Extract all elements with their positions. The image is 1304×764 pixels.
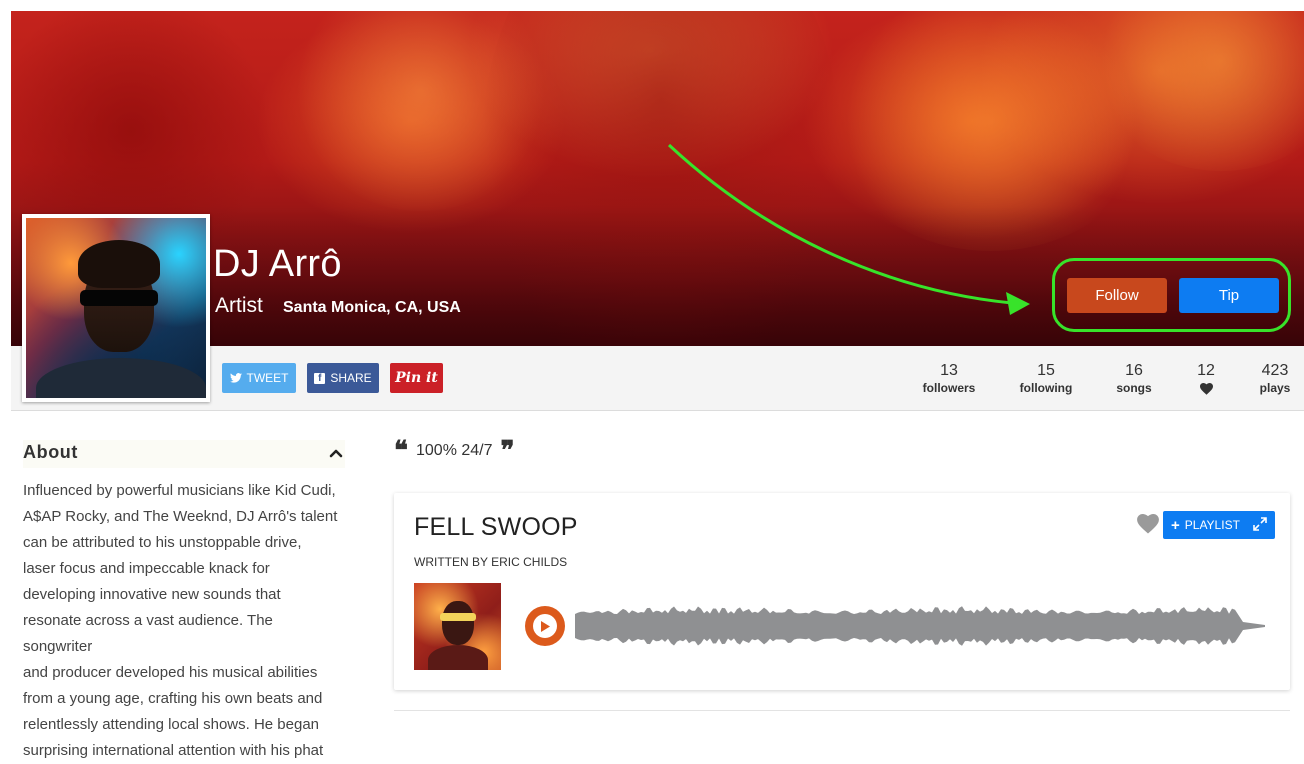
facebook-icon: f bbox=[314, 372, 326, 384]
songs-count: 16 bbox=[1125, 362, 1143, 379]
facebook-share-button[interactable]: f SHARE bbox=[307, 363, 379, 393]
about-line: relentlessly attending local shows. He b… bbox=[23, 716, 320, 733]
about-line: from a young age, crafting his own beats… bbox=[23, 690, 323, 707]
song-title[interactable]: FELL SWOOP bbox=[414, 513, 578, 542]
stat-songs[interactable]: 16 songs bbox=[1114, 362, 1154, 395]
heart-icon[interactable] bbox=[1137, 514, 1159, 534]
playlist-label: PLAYLIST bbox=[1184, 518, 1240, 532]
twitter-icon bbox=[229, 373, 242, 383]
waveform-scrubber[interactable] bbox=[575, 603, 1265, 649]
play-button[interactable] bbox=[525, 606, 565, 646]
about-line: can be attributed to his unstoppable dri… bbox=[23, 534, 302, 551]
pinterest-button[interactable]: Pin it bbox=[390, 363, 443, 393]
artwork-figure-body bbox=[428, 645, 488, 670]
artist-location: Santa Monica, CA, USA bbox=[283, 299, 461, 316]
pin-label: Pin it bbox=[395, 370, 438, 386]
avatar-shoulders bbox=[36, 358, 206, 398]
stat-followers[interactable]: 13 followers bbox=[922, 362, 976, 395]
song-artwork[interactable] bbox=[414, 583, 501, 670]
stat-likes[interactable]: 12 bbox=[1193, 362, 1219, 398]
tweet-button[interactable]: TWEET bbox=[222, 363, 296, 393]
followers-label: followers bbox=[922, 381, 976, 395]
quote-text: 100% 24/7 bbox=[416, 442, 493, 459]
about-line: developing innovative new sounds that bbox=[23, 586, 281, 603]
quote-open-icon: ❝ bbox=[394, 436, 408, 466]
followers-count: 13 bbox=[940, 362, 958, 379]
artwork-figure-glasses bbox=[440, 613, 476, 621]
share-label: SHARE bbox=[330, 371, 372, 385]
following-count: 15 bbox=[1037, 362, 1055, 379]
expand-icon[interactable] bbox=[1253, 517, 1267, 531]
about-line: resonate across a vast audience. The son… bbox=[23, 612, 273, 655]
avatar-hair bbox=[78, 240, 160, 288]
following-label: following bbox=[1019, 381, 1073, 395]
about-line: surprising international attention with … bbox=[23, 742, 324, 759]
likes-count: 12 bbox=[1197, 362, 1215, 379]
avatar bbox=[22, 214, 210, 402]
plus-icon: + bbox=[1171, 516, 1180, 534]
stat-following[interactable]: 15 following bbox=[1017, 362, 1075, 395]
songs-label: songs bbox=[1116, 381, 1152, 395]
song-card: FELL SWOOP WRITTEN BY ERIC CHILDS + PLAY… bbox=[394, 493, 1290, 690]
song-writer: WRITTEN BY ERIC CHILDS bbox=[414, 555, 568, 569]
about-text: Influenced by powerful musicians like Ki… bbox=[23, 478, 345, 764]
about-line: and producer developed his musical abili… bbox=[23, 664, 318, 681]
artwork-figure-face bbox=[442, 601, 474, 645]
about-line: A$AP Rocky, and The Weeknd, DJ Arrô's ta… bbox=[23, 508, 338, 525]
plays-count: 423 bbox=[1261, 362, 1289, 379]
play-icon bbox=[533, 614, 557, 638]
artist-name: DJ Arrô bbox=[213, 243, 342, 285]
stat-plays[interactable]: 423 plays bbox=[1254, 362, 1296, 395]
avatar-sunglasses bbox=[80, 290, 158, 306]
highlight-annotation bbox=[1052, 258, 1291, 332]
add-to-playlist-button[interactable]: + PLAYLIST bbox=[1163, 511, 1275, 539]
avatar-image bbox=[26, 218, 206, 398]
tweet-label: TWEET bbox=[246, 371, 289, 385]
waveform-shape bbox=[575, 606, 1265, 646]
plays-label: plays bbox=[1259, 381, 1291, 395]
heart-icon bbox=[1193, 381, 1219, 398]
artist-role: Artist bbox=[215, 294, 263, 317]
about-line: laser focus and impeccable knack for bbox=[23, 560, 270, 577]
quote-close-icon: ❞ bbox=[500, 436, 515, 466]
about-header[interactable]: About bbox=[23, 440, 345, 468]
chevron-up-icon[interactable] bbox=[329, 446, 343, 460]
about-line: Influenced by powerful musicians like Ki… bbox=[23, 482, 336, 499]
about-title: About bbox=[23, 442, 78, 462]
profile-quote: ❝ 100% 24/7 ❞ bbox=[394, 436, 515, 466]
